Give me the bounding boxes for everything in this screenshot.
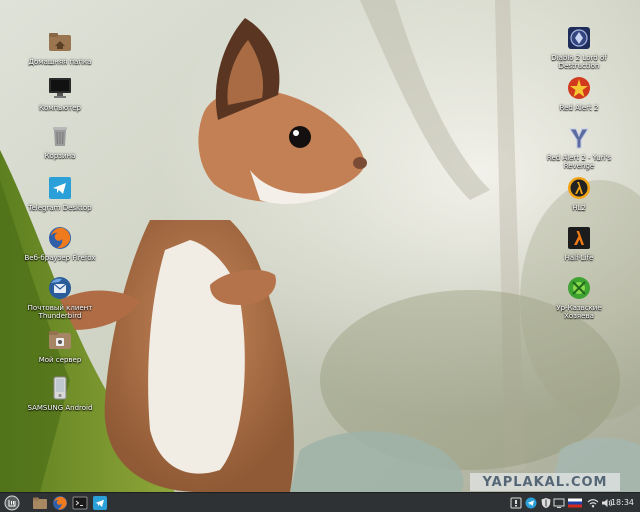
desktop-icon-label: SAMSUNG Android: [27, 404, 93, 412]
launcher-terminal[interactable]: [72, 495, 88, 511]
panel-clock[interactable]: 18:34: [611, 497, 634, 509]
keyboard-layout-flag-icon: [568, 498, 582, 508]
network-icon: [553, 498, 565, 508]
launcher-files[interactable]: [32, 495, 48, 511]
launcher-firefox[interactable]: [52, 495, 68, 511]
desktop-icon-half-life[interactable]: Half-Life: [542, 226, 616, 262]
watermark: YAPLAKAL.COM: [470, 473, 620, 491]
diablo-icon: [567, 26, 591, 50]
server-folder-icon: [48, 328, 72, 352]
desktop-icon-computer[interactable]: Компьютер: [23, 76, 97, 112]
home-folder-icon: [48, 30, 72, 54]
taskbar-panel: 18:34: [0, 492, 640, 512]
desktop-icon-label: Компьютер: [39, 104, 81, 112]
firefox-icon: [53, 496, 67, 510]
thunderbird-icon: [48, 276, 72, 300]
terminal-icon: [72, 496, 88, 510]
android-device-icon: [48, 376, 72, 400]
desktop-icon-firefox[interactable]: Веб-браузер Firefox: [23, 226, 97, 262]
desktop-icon-label: Почтовый клиент Thunderbird: [27, 304, 93, 320]
yuri-icon: [567, 126, 591, 150]
desktop-icon-label: Red Alert 2: [559, 104, 599, 112]
desktop-icon-telegram[interactable]: Telegram Desktop: [23, 176, 97, 212]
desktop-icon-thunderbird[interactable]: Почтовый клиент Thunderbird: [23, 276, 97, 320]
telegram-tray-icon: [525, 497, 537, 509]
red-alert-icon: [567, 76, 591, 100]
desktop-icon-label: Веб-браузер Firefox: [24, 254, 96, 262]
game-green-icon: [567, 276, 591, 300]
shield-tray[interactable]: [540, 497, 552, 509]
shield-icon: [541, 498, 551, 508]
firefox-icon: [48, 226, 72, 250]
keyboard-layout-tray[interactable]: [568, 497, 582, 509]
mint-menu-button[interactable]: [4, 495, 20, 511]
desktop-icon-label: HL2: [572, 204, 586, 212]
half-life-icon: [567, 226, 591, 250]
notifications-icon: [510, 497, 522, 509]
desktop-icon-trash[interactable]: Корзина: [23, 124, 97, 160]
half-life-2-icon: [567, 176, 591, 200]
launcher-telegram[interactable]: [92, 495, 108, 511]
trash-icon: [48, 124, 72, 148]
desktop-icon-label: Telegram Desktop: [28, 204, 92, 212]
desktop-icon-label: Ур-Казвские Хозяева: [556, 304, 602, 320]
desktop-icon-label: Мой сервер: [38, 356, 82, 364]
desktop-icon-red-alert-2[interactable]: Red Alert 2: [542, 76, 616, 112]
files-icon: [33, 497, 47, 509]
desktop-icon-label: Diablo 2 Lord of Destruction: [551, 54, 607, 70]
desktop-icon-yuris-revenge[interactable]: Red Alert 2 - Yuri's Revenge: [542, 126, 616, 170]
telegram-tray[interactable]: [525, 497, 537, 509]
desktop-icon-label: Домашняя папка: [28, 58, 92, 66]
notifications-tray[interactable]: [510, 497, 522, 509]
wifi-icon: [587, 499, 599, 508]
desktop-icon-label: Half-Life: [564, 254, 594, 262]
computer-icon: [48, 76, 72, 100]
desktop-icon-green-game[interactable]: Ур-Казвские Хозяева: [542, 276, 616, 320]
desktop-icon-android-device[interactable]: SAMSUNG Android: [23, 376, 97, 412]
desktop-icon-home-folder[interactable]: Домашняя папка: [23, 30, 97, 66]
wifi-tray[interactable]: [587, 497, 599, 509]
desktop-icon-label: Red Alert 2 - Yuri's Revenge: [546, 154, 612, 170]
mint-menu-icon: [4, 495, 20, 511]
desktop-icon-label: Корзина: [44, 152, 76, 160]
desktop-icon-diablo[interactable]: Diablo 2 Lord of Destruction: [542, 26, 616, 70]
telegram-icon: [48, 176, 72, 200]
telegram-icon: [93, 496, 107, 510]
network-tray[interactable]: [553, 497, 565, 509]
desktop-icon-hl2[interactable]: HL2: [542, 176, 616, 212]
desktop-icon-server-folder[interactable]: Мой сервер: [23, 328, 97, 364]
